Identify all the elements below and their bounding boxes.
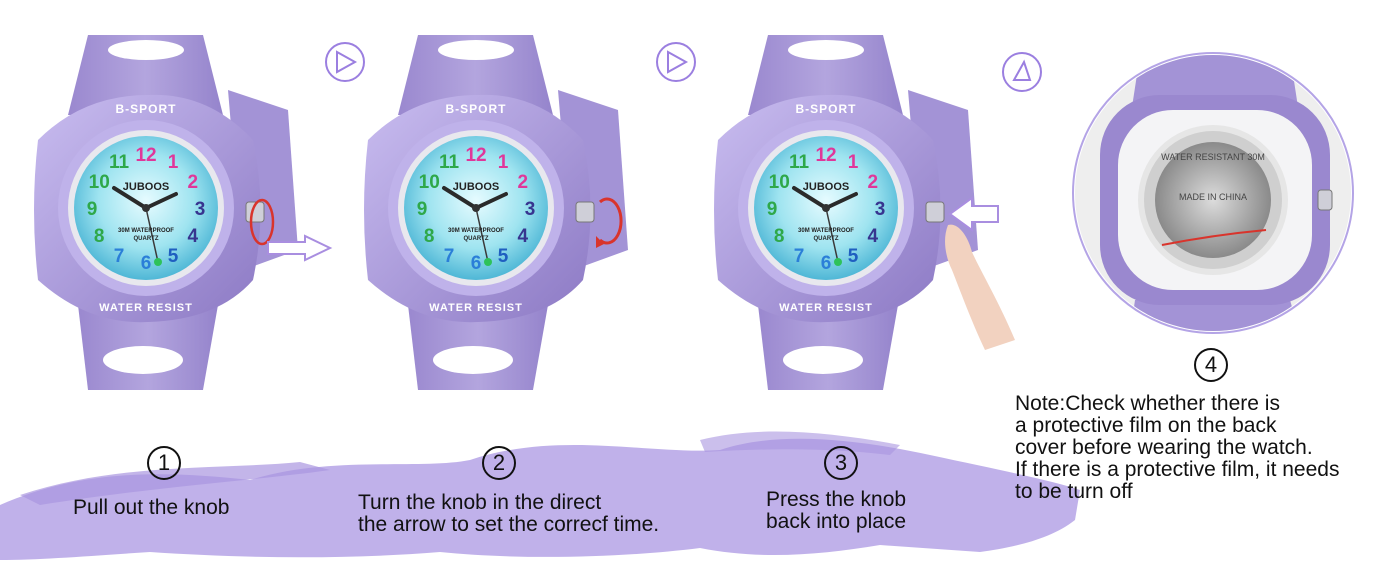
dial-hour-number: 11 — [439, 152, 460, 173]
bezel-brand-text: B-SPORT — [446, 102, 507, 116]
dial-hour-number: 9 — [417, 199, 428, 220]
dial-hour-number: 8 — [94, 226, 105, 247]
step-1-number: 1 — [147, 446, 181, 480]
step-2-caption: Turn the knob in the direct the arrow to… — [358, 491, 660, 536]
dial-hour-number: 11 — [109, 152, 130, 173]
dial-brand: JUBOOS — [453, 181, 499, 193]
bezel-bottom-text: WATER RESIST — [99, 302, 193, 314]
bezel-bottom-text: WATER RESIST — [779, 302, 873, 314]
dial-hour-number: 8 — [774, 226, 785, 247]
bezel-bottom-text: WATER RESIST — [429, 302, 523, 314]
dial-hour-number: 5 — [848, 246, 859, 267]
dial-hour-number: 7 — [444, 246, 455, 267]
dial-hour-number: 4 — [868, 226, 879, 247]
dial-hour-number: 3 — [195, 199, 206, 220]
dial-hour-number: 1 — [498, 152, 509, 173]
caseback-text: WATER RESISTANT 30M — [1161, 152, 1265, 162]
dial-hour-number: 6 — [141, 253, 152, 274]
dial-hour-number: 6 — [471, 253, 482, 274]
step-4-number: 4 — [1194, 348, 1228, 382]
dial-hour-number: 12 — [135, 145, 156, 166]
dial-hour-number: 2 — [518, 172, 529, 193]
dial-subtext: 30M WATERPROOF — [118, 228, 174, 234]
dial-hour-number: 2 — [868, 172, 879, 193]
bezel-brand-text: B-SPORT — [796, 102, 857, 116]
step-1-caption: Pull out the knob — [73, 496, 230, 519]
dial-brand: JUBOOS — [123, 181, 169, 193]
dial-hour-number: 9 — [767, 199, 778, 220]
dial-hour-number: 6 — [821, 253, 832, 274]
dial-hour-number: 11 — [789, 152, 810, 173]
dial-hour-number: 2 — [188, 172, 199, 193]
dial-hour-number: 4 — [518, 226, 529, 247]
dial-subtext: 30M WATERPROOF — [798, 228, 854, 234]
dial-hour-number: 1 — [168, 152, 179, 173]
dial-hour-number: 7 — [114, 246, 125, 267]
caseback-text-2: MADE IN CHINA — [1179, 192, 1247, 202]
dial-hour-number: 10 — [769, 172, 790, 193]
dial-subtext: 30M WATERPROOF — [448, 228, 504, 234]
dial-brand: JUBOOS — [803, 181, 849, 193]
dial-subtext: QUARTZ — [464, 236, 489, 242]
dial-hour-number: 4 — [188, 226, 199, 247]
dial-hour-number: 3 — [875, 199, 886, 220]
dial-hour-number: 9 — [87, 199, 98, 220]
protective-film-note: Note:Check whether there is a protective… — [1015, 392, 1340, 503]
dial-hour-number: 12 — [815, 145, 836, 166]
dial-hour-number: 1 — [848, 152, 859, 173]
dial-hour-number: 5 — [168, 246, 179, 267]
step-3-number: 3 — [824, 446, 858, 480]
dial-hour-number: 12 — [465, 145, 486, 166]
dial-hour-number: 10 — [419, 172, 440, 193]
dial-hour-number: 7 — [794, 246, 805, 267]
dial-hour-number: 5 — [498, 246, 509, 267]
step-3-caption: Press the knob back into place — [766, 488, 907, 533]
instruction-graphic: 12 1 2 3 4 5 6 7 8 9 10 11 JUBOOS 30M WATERPROOF QUART… — [0, 0, 1396, 564]
dial-subtext: QUARTZ — [134, 236, 159, 242]
dial-hour-number: 3 — [525, 199, 536, 220]
dial-subtext: QUARTZ — [814, 236, 839, 242]
step-2-number: 2 — [482, 446, 516, 480]
dial-hour-number: 8 — [424, 226, 435, 247]
bezel-brand-text: B-SPORT — [116, 102, 177, 116]
dial-hour-number: 10 — [89, 172, 110, 193]
